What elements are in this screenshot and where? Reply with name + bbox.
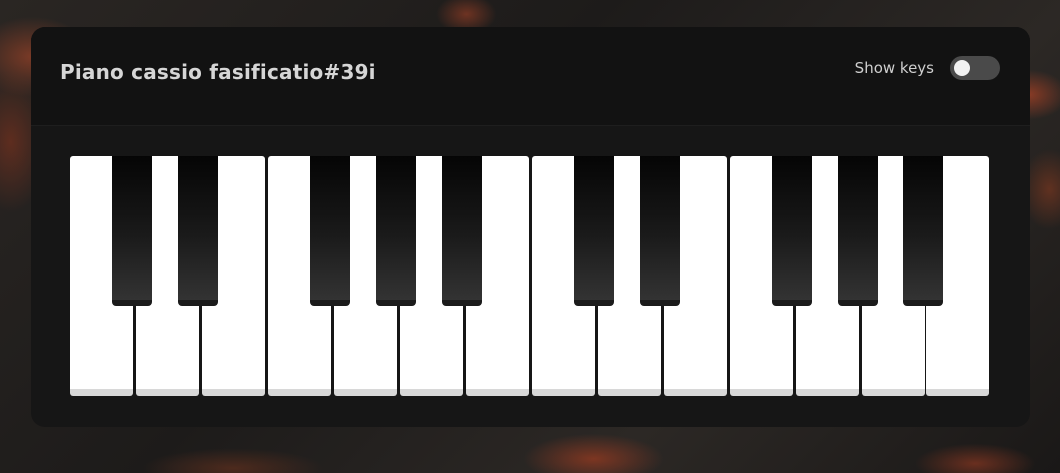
piano-keyboard [70,156,989,396]
toggle-knob[interactable] [954,60,970,76]
black-key[interactable] [442,156,482,306]
show-keys-control: Show keys [855,56,1000,80]
black-key[interactable] [772,156,812,306]
black-key[interactable] [310,156,350,306]
black-key[interactable] [903,156,943,306]
black-key[interactable] [838,156,878,306]
black-key[interactable] [574,156,614,306]
black-key[interactable] [112,156,152,306]
app-title: Piano cassio fasificatio#39i [60,60,376,84]
black-key[interactable] [640,156,680,306]
show-keys-label: Show keys [854,59,934,77]
show-keys-toggle[interactable] [950,56,1000,80]
black-key[interactable] [376,156,416,306]
header-bar: Piano cassio fasificatio#39i Show keys [31,27,1030,126]
black-key[interactable] [178,156,218,306]
piano-window: Piano cassio fasificatio#39i Show keys [31,27,1030,427]
